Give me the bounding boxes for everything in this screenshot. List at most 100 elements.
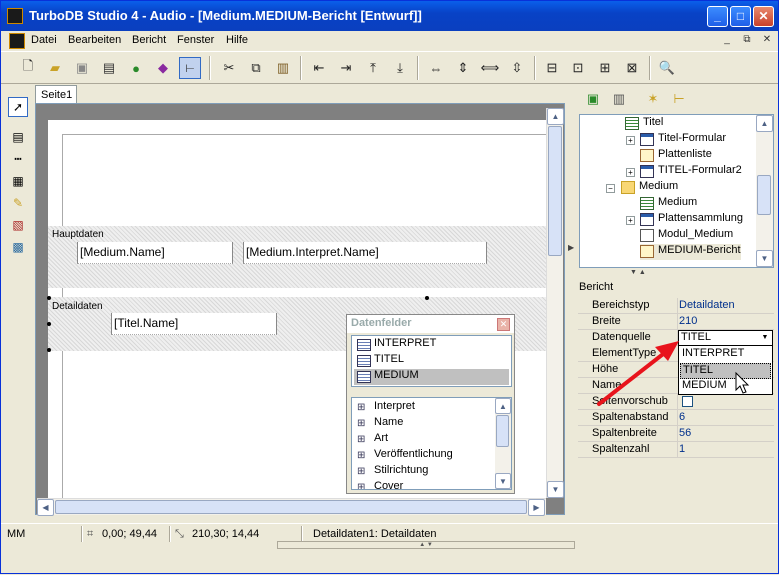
tree-node-titel[interactable]: Titel xyxy=(625,116,663,132)
fit-h-icon[interactable]: ⊞ xyxy=(594,57,616,79)
menu-bearbeiten[interactable]: Bearbeiten xyxy=(68,34,121,46)
prop-row-breite[interactable]: Breite 210 xyxy=(578,314,774,330)
prop-row-bereichstyp[interactable]: Bereichstyp Detaildaten xyxy=(578,298,774,314)
table-item-interpret[interactable]: INTERPRET xyxy=(354,337,436,353)
copy-db-icon[interactable]: ▤ xyxy=(98,57,120,79)
bottom-splitter[interactable]: ▲ ▼ xyxy=(277,541,575,549)
tree-node-medium-table[interactable]: Medium xyxy=(640,196,697,212)
center-h-icon[interactable]: ⊟ xyxy=(541,57,563,79)
memo-element-icon[interactable]: ▧ xyxy=(8,215,28,235)
tree-node-modul-medium[interactable]: Modul_Medium xyxy=(640,228,733,244)
tree-node-medium-bericht[interactable]: MEDIUM-Bericht xyxy=(640,244,741,260)
zoom-icon[interactable]: 🔍 xyxy=(656,57,678,79)
tree-node-titel-formular2[interactable]: TITEL-Formular2 xyxy=(640,164,742,180)
fit-v-icon[interactable]: ⊠ xyxy=(621,57,643,79)
field-item[interactable]: ⊞ Stilrichtung xyxy=(354,464,428,480)
properties-icon[interactable]: ▥ xyxy=(608,88,630,110)
align-top-icon[interactable]: ⤒ xyxy=(362,57,384,79)
open-icon[interactable]: ▰ xyxy=(44,57,66,79)
text-element-icon[interactable]: ▤ xyxy=(8,127,28,147)
pencil-icon[interactable]: ✎ xyxy=(8,193,28,213)
tab-seite1[interactable]: Seite1 xyxy=(35,85,77,104)
dropdown-option-titel[interactable]: TITEL xyxy=(680,363,771,379)
selection-handle[interactable] xyxy=(47,322,51,326)
scroll-down-button[interactable]: ▼ xyxy=(756,250,773,267)
new-icon[interactable]: 🗋 xyxy=(17,57,39,79)
selection-handle[interactable] xyxy=(47,296,51,300)
book-icon[interactable]: ◆ xyxy=(152,57,174,79)
mdi-restore-button[interactable]: ⧉ xyxy=(739,33,755,47)
prop-row-spaltenzahl[interactable]: Spaltenzahl 1 xyxy=(578,442,774,458)
scroll-up-button[interactable]: ▲ xyxy=(495,398,511,414)
scroll-left-button[interactable]: ◀ xyxy=(37,499,54,516)
center-v-icon[interactable]: ⊡ xyxy=(567,57,589,79)
scroll-thumb[interactable] xyxy=(757,175,771,215)
menu-fenster[interactable]: Fenster xyxy=(177,34,214,46)
add-node-icon[interactable]: ✶ xyxy=(642,88,664,110)
menu-datei[interactable]: Datei xyxy=(31,34,57,46)
scroll-thumb[interactable] xyxy=(548,126,562,256)
align-bottom-icon[interactable]: ⤓ xyxy=(389,57,411,79)
field-item[interactable]: ⊞ Interpret xyxy=(354,400,415,416)
scroll-thumb[interactable] xyxy=(496,415,509,447)
align-left-icon[interactable]: ⇤ xyxy=(308,57,330,79)
expand-icon[interactable]: + xyxy=(626,168,635,177)
field-titel-name[interactable]: [Titel.Name] xyxy=(111,313,277,335)
image-element-icon[interactable]: ▩ xyxy=(8,237,28,257)
minimize-button[interactable]: _ xyxy=(707,6,728,27)
pane-splitter[interactable]: ▶ xyxy=(567,85,576,523)
same-height-icon[interactable]: ⇕ xyxy=(452,57,474,79)
align-right-icon[interactable]: ⇥ xyxy=(335,57,357,79)
menu-bericht[interactable]: Bericht xyxy=(132,34,166,46)
field-item[interactable]: ⊞ Art xyxy=(354,432,388,448)
selection-handle[interactable] xyxy=(425,296,429,300)
project-icon[interactable]: ▣ xyxy=(582,88,604,110)
globe-icon[interactable]: ● xyxy=(125,57,147,79)
field-item[interactable]: ⊞ Cover xyxy=(354,480,403,489)
datenfelder-title[interactable]: Datenfelder xyxy=(347,315,514,333)
line-element-icon[interactable]: ┅ xyxy=(8,149,28,169)
dropdown-option-interpret[interactable]: INTERPRET xyxy=(680,347,771,363)
datenfelder-close-button[interactable]: ✕ xyxy=(497,318,510,331)
tree-node-plattenliste[interactable]: Plattenliste xyxy=(640,148,712,164)
field-list-scrollbar[interactable]: ▲ ▼ xyxy=(495,398,511,489)
tree-splitter-icon[interactable]: ▼ ▲ xyxy=(630,269,646,276)
field-item[interactable]: ⊞ Veröffentlichung xyxy=(354,448,453,464)
designer-horizontal-scrollbar[interactable]: ◀ ▶ xyxy=(37,498,546,516)
tree-node-medium-folder[interactable]: Medium xyxy=(621,180,678,196)
scroll-up-button[interactable]: ▲ xyxy=(547,108,564,125)
band-element-icon[interactable]: ▦ xyxy=(8,171,28,191)
chevron-down-icon[interactable]: ▼ xyxy=(758,331,772,345)
prop-row-datenquelle[interactable]: Datenquelle TITEL ▼ xyxy=(578,330,774,346)
maximize-button[interactable]: □ xyxy=(730,6,751,27)
scroll-up-button[interactable]: ▲ xyxy=(756,115,773,132)
tree-node-plattensammlung[interactable]: Plattensammlung xyxy=(640,212,743,228)
datenquelle-combo[interactable]: TITEL ▼ xyxy=(678,330,773,346)
collapse-icon[interactable]: − xyxy=(606,184,615,193)
prop-row-spaltenabstand[interactable]: Spaltenabstand 6 xyxy=(578,410,774,426)
selection-handle[interactable] xyxy=(47,348,51,352)
expand-icon[interactable]: + xyxy=(626,216,635,225)
same-width-icon[interactable]: ⇔ xyxy=(425,57,447,79)
table-item-medium[interactable]: MEDIUM xyxy=(354,369,509,385)
prop-row-spaltenbreite[interactable]: Spaltenbreite 56 xyxy=(578,426,774,442)
dropdown-option-medium[interactable]: MEDIUM xyxy=(680,379,771,395)
tree-node-titel-formular[interactable]: Titel-Formular xyxy=(640,132,726,148)
table-item-titel[interactable]: TITEL xyxy=(354,353,404,369)
mdi-doc-icon[interactable] xyxy=(9,33,25,49)
paste-icon[interactable]: ▥ xyxy=(272,57,294,79)
pointer-icon[interactable]: ➚ xyxy=(8,97,28,117)
close-button[interactable]: ✕ xyxy=(753,6,774,27)
prop-row-seitenvorschub[interactable]: Seitenvorschub xyxy=(578,394,774,410)
space-h-icon[interactable]: ⟺ xyxy=(479,57,501,79)
menu-hilfe[interactable]: Hilfe xyxy=(226,34,248,46)
save-icon[interactable]: ▣ xyxy=(71,57,93,79)
tree-scrollbar[interactable]: ▲ ▼ xyxy=(756,115,773,267)
space-v-icon[interactable]: ⇳ xyxy=(506,57,528,79)
expand-icon[interactable]: + xyxy=(626,136,635,145)
scroll-right-button[interactable]: ▶ xyxy=(528,499,545,516)
mdi-minimize-button[interactable]: _ xyxy=(719,33,735,47)
cut-icon[interactable]: ✂ xyxy=(218,57,240,79)
scroll-down-button[interactable]: ▼ xyxy=(547,481,564,498)
tree-icon[interactable]: ⊢ xyxy=(179,57,201,79)
